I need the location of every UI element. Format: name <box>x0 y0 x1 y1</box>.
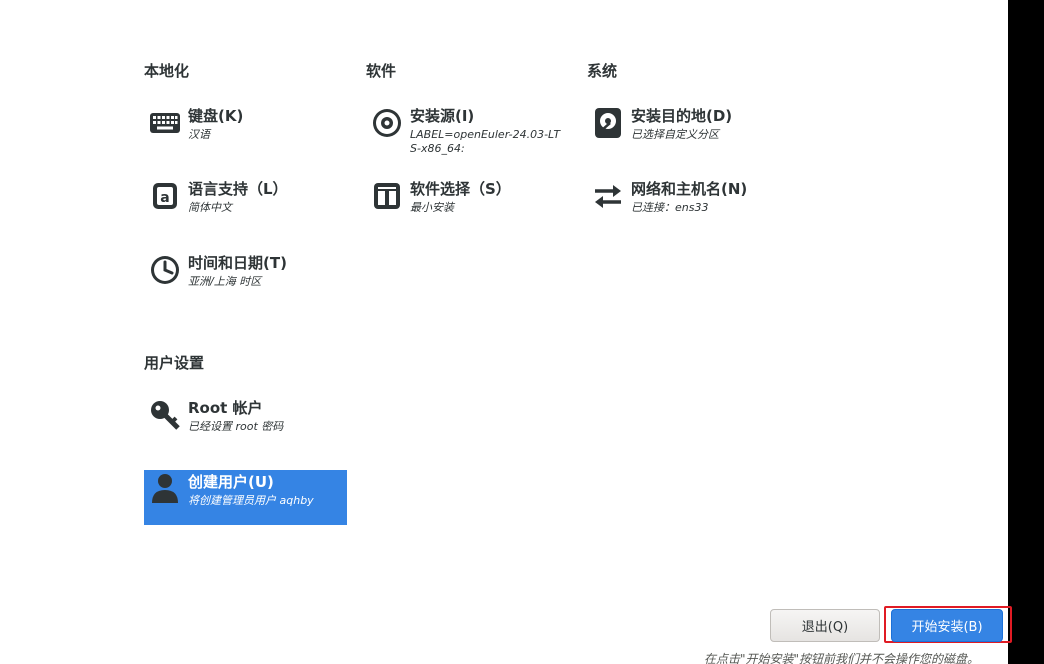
svg-text:a: a <box>160 190 169 206</box>
spoke-language-status: 简体中文 <box>188 201 232 214</box>
spoke-network-title: 网络和主机名(N) <box>631 180 748 198</box>
spoke-installation-destination[interactable]: 安装目的地(D) 已选择自定义分区 <box>587 104 790 144</box>
footnote-text: 在点击"开始安装"按钮前我们并不会操作您的磁盘。 <box>704 652 980 664</box>
spoke-network-hostname[interactable]: 网络和主机名(N) 已连接：ens33 <box>587 177 790 217</box>
spoke-language-title: 语言支持（L） <box>188 180 288 198</box>
spoke-create-user[interactable]: 创建用户(U) 将创建管理员用户 aqhby <box>144 470 347 525</box>
keyboard-icon <box>148 106 182 140</box>
spoke-software-title: 软件选择（S） <box>410 180 511 198</box>
screen-edge <box>1008 0 1044 664</box>
section-title-localization: 本地化 <box>144 62 190 80</box>
harddisk-icon <box>591 106 625 140</box>
section-title-system: 系统 <box>587 62 618 80</box>
network-arrows-icon <box>591 179 625 213</box>
spoke-keyboard-title: 键盘(K) <box>188 107 244 125</box>
clock-icon <box>148 253 182 287</box>
spoke-installation-source[interactable]: 安装源(I) LABEL=openEuler-24.03-LTS-x86_64: <box>366 104 569 158</box>
spoke-time-status: 亚洲/上海 时区 <box>188 275 262 288</box>
package-icon <box>370 179 404 213</box>
key-icon <box>148 398 182 432</box>
quit-button[interactable]: 退出(Q) <box>770 609 880 642</box>
spoke-destination-status: 已选择自定义分区 <box>631 128 719 141</box>
spoke-language-support[interactable]: a 语言支持（L） 简体中文 <box>144 177 347 217</box>
spoke-software-status: 最小安装 <box>410 201 454 214</box>
language-icon: a <box>148 179 182 213</box>
section-title-user-settings: 用户设置 <box>144 354 205 372</box>
spoke-software-selection[interactable]: 软件选择（S） 最小安装 <box>366 177 569 217</box>
spoke-keyboard-status: 汉语 <box>188 128 210 141</box>
spoke-user-status: 将创建管理员用户 aqhby <box>188 494 314 507</box>
section-title-software: 软件 <box>366 62 397 80</box>
spoke-root-account[interactable]: Root 帐户 已经设置 root 密码 <box>144 396 347 436</box>
spoke-root-status: 已经设置 root 密码 <box>188 420 284 433</box>
user-icon <box>148 472 182 506</box>
spoke-destination-title: 安装目的地(D) <box>631 107 733 125</box>
spoke-root-title: Root 帐户 <box>188 399 263 417</box>
spoke-keyboard[interactable]: 键盘(K) 汉语 <box>144 104 347 144</box>
spoke-source-status: LABEL=openEuler-24.03-LTS-x86_64: <box>410 128 561 155</box>
spoke-network-status: 已连接：ens33 <box>631 201 709 214</box>
disc-icon <box>370 106 404 140</box>
spoke-time-title: 时间和日期(T) <box>188 254 287 272</box>
spoke-time-date[interactable]: 时间和日期(T) 亚洲/上海 时区 <box>144 251 347 291</box>
spoke-user-title: 创建用户(U) <box>188 473 274 491</box>
spoke-source-title: 安装源(I) <box>410 107 475 125</box>
begin-installation-button[interactable]: 开始安装(B) <box>891 609 1003 642</box>
